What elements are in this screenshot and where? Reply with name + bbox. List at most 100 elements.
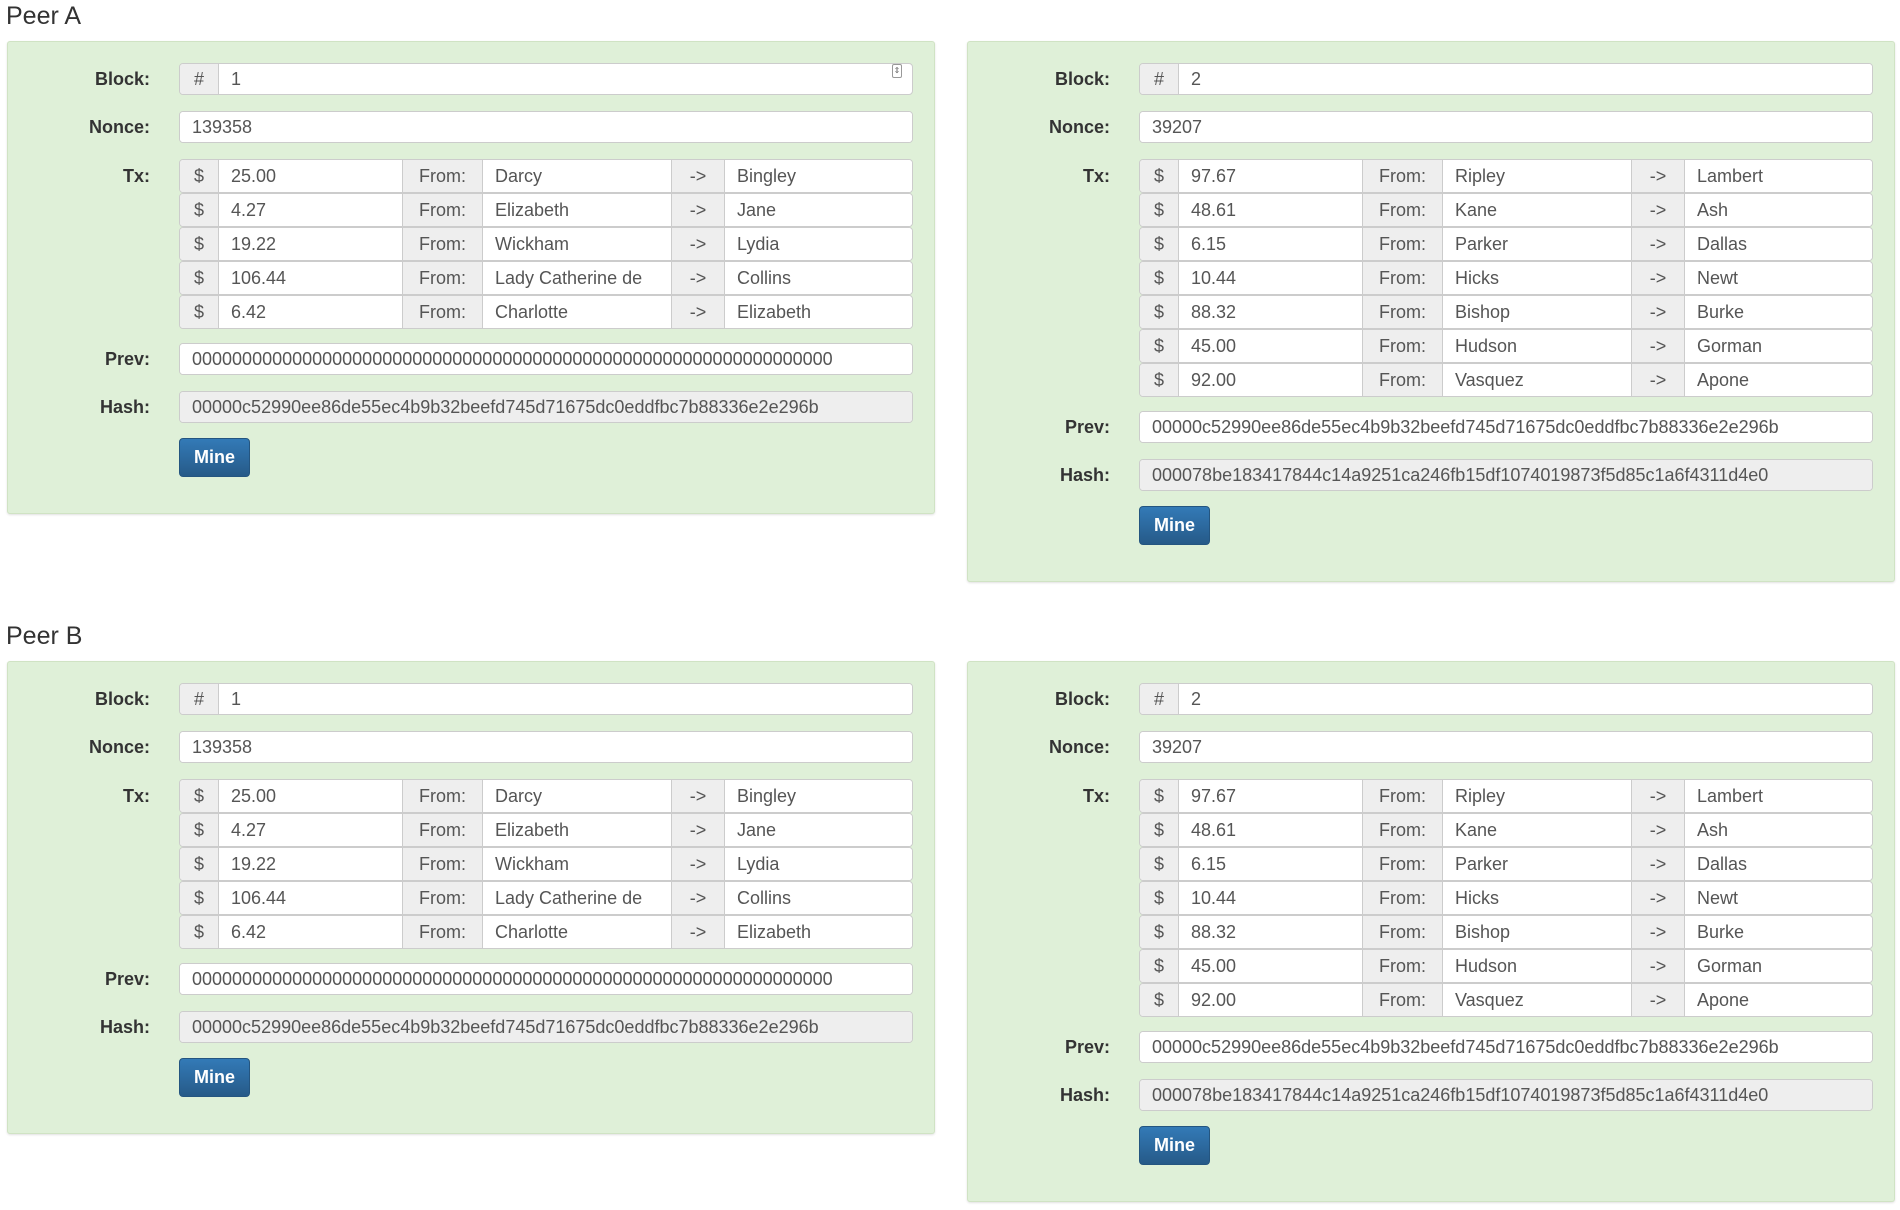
tx-to-input[interactable]: Lydia	[725, 228, 912, 260]
tx-from-input[interactable]: Kane	[1443, 194, 1632, 226]
tx-from-input[interactable]: Vasquez	[1443, 364, 1632, 396]
tx-to-input[interactable]: Lambert	[1685, 160, 1872, 192]
tx-from-input[interactable]: Ripley	[1443, 160, 1632, 192]
tx-amount-input[interactable]: 10.44	[1179, 262, 1363, 294]
tx-to-input[interactable]: Dallas	[1685, 228, 1872, 260]
tx-from-input[interactable]: Hudson	[1443, 950, 1632, 982]
tx-amount-input[interactable]: 6.15	[1179, 228, 1363, 260]
tx-to-input[interactable]: Jane	[725, 814, 912, 846]
tx-to-input[interactable]: Lambert	[1685, 780, 1872, 812]
tx-amount-input[interactable]: 88.32	[1179, 296, 1363, 328]
tx-amount-input[interactable]: 6.42	[219, 296, 403, 328]
block-number-value[interactable]: 2	[1179, 64, 1872, 94]
tx-amount-input[interactable]: 92.00	[1179, 984, 1363, 1016]
tx-amount-input[interactable]: 97.67	[1179, 160, 1363, 192]
tx-to-input[interactable]: Apone	[1685, 984, 1872, 1016]
tx-from-input[interactable]: Hicks	[1443, 262, 1632, 294]
tx-from-input[interactable]: Kane	[1443, 814, 1632, 846]
nonce-value[interactable]: 39207	[1140, 732, 1872, 762]
tx-amount-input[interactable]: 45.00	[1179, 950, 1363, 982]
tx-from-input[interactable]: Darcy	[483, 160, 672, 192]
tx-to-input[interactable]: Lydia	[725, 848, 912, 880]
nonce-value[interactable]: 139358	[180, 732, 912, 762]
tx-amount-input[interactable]: 10.44	[1179, 882, 1363, 914]
tx-to-input[interactable]: Ash	[1685, 194, 1872, 226]
block-number-value[interactable]: 2	[1179, 684, 1872, 714]
spinner-icon[interactable]: ⇕	[892, 64, 902, 78]
nonce-value[interactable]: 139358	[180, 112, 912, 142]
tx-amount-input[interactable]: 25.00	[219, 780, 403, 812]
tx-to-input[interactable]: Gorman	[1685, 330, 1872, 362]
nonce-input[interactable]: 139358	[179, 111, 913, 143]
mine-button[interactable]: Mine	[1139, 506, 1211, 545]
tx-amount-input[interactable]: 4.27	[219, 814, 403, 846]
tx-from-input[interactable]: Parker	[1443, 848, 1632, 880]
tx-to-input[interactable]: Bingley	[725, 780, 912, 812]
tx-from-input[interactable]: Wickham	[483, 848, 672, 880]
tx-to-input[interactable]: Burke	[1685, 916, 1872, 948]
tx-from-input[interactable]: Hicks	[1443, 882, 1632, 914]
tx-to-input[interactable]: Bingley	[725, 160, 912, 192]
tx-to-input[interactable]: Dallas	[1685, 848, 1872, 880]
tx-amount-input[interactable]: 106.44	[219, 262, 403, 294]
tx-amount-input[interactable]: 19.22	[219, 848, 403, 880]
tx-from-input[interactable]: Lady Catherine de	[483, 262, 672, 294]
tx-to-input[interactable]: Elizabeth	[725, 296, 912, 328]
tx-amount-input[interactable]: 45.00	[1179, 330, 1363, 362]
tx-to-input[interactable]: Elizabeth	[725, 916, 912, 948]
mine-button[interactable]: Mine	[179, 1058, 251, 1097]
prev-hash-value[interactable]: 0000000000000000000000000000000000000000…	[180, 344, 912, 374]
tx-from-input[interactable]: Lady Catherine de	[483, 882, 672, 914]
tx-amount-input[interactable]: 88.32	[1179, 916, 1363, 948]
prev-hash-input[interactable]: 0000000000000000000000000000000000000000…	[179, 343, 913, 375]
tx-to-input[interactable]: Collins	[725, 262, 912, 294]
tx-amount-input[interactable]: 92.00	[1179, 364, 1363, 396]
tx-from-input[interactable]: Hudson	[1443, 330, 1632, 362]
tx-amount-input[interactable]: 97.67	[1179, 780, 1363, 812]
block-number-input[interactable]: #1 ⇕	[179, 63, 913, 95]
prev-hash-value[interactable]: 0000000000000000000000000000000000000000…	[180, 964, 912, 994]
tx-to-input[interactable]: Apone	[1685, 364, 1872, 396]
tx-from-input[interactable]: Charlotte	[483, 916, 672, 948]
tx-amount-input[interactable]: 6.15	[1179, 848, 1363, 880]
tx-amount-input[interactable]: 48.61	[1179, 814, 1363, 846]
tx-to-input[interactable]: Burke	[1685, 296, 1872, 328]
tx-amount-input[interactable]: 4.27	[219, 194, 403, 226]
tx-from-input[interactable]: Ripley	[1443, 780, 1632, 812]
tx-from-input[interactable]: Darcy	[483, 780, 672, 812]
tx-amount-input[interactable]: 48.61	[1179, 194, 1363, 226]
tx-from-input[interactable]: Bishop	[1443, 916, 1632, 948]
prev-hash-input[interactable]: 0000000000000000000000000000000000000000…	[179, 963, 913, 995]
block-number-value[interactable]: 1	[219, 684, 912, 714]
nonce-value[interactable]: 39207	[1140, 112, 1872, 142]
tx-to-input[interactable]: Gorman	[1685, 950, 1872, 982]
block-number-input[interactable]: #2	[1139, 63, 1873, 95]
tx-from-input[interactable]: Elizabeth	[483, 814, 672, 846]
nonce-input[interactable]: 139358	[179, 731, 913, 763]
tx-amount-input[interactable]: 25.00	[219, 160, 403, 192]
tx-from-input[interactable]: Parker	[1443, 228, 1632, 260]
tx-from-input[interactable]: Elizabeth	[483, 194, 672, 226]
tx-from-input[interactable]: Charlotte	[483, 296, 672, 328]
prev-hash-value[interactable]: 00000c52990ee86de55ec4b9b32beefd745d7167…	[1140, 1032, 1872, 1062]
tx-amount-input[interactable]: 106.44	[219, 882, 403, 914]
tx-amount-input[interactable]: 6.42	[219, 916, 403, 948]
tx-to-input[interactable]: Collins	[725, 882, 912, 914]
prev-hash-input[interactable]: 00000c52990ee86de55ec4b9b32beefd745d7167…	[1139, 411, 1873, 443]
tx-to-input[interactable]: Jane	[725, 194, 912, 226]
tx-to-input[interactable]: Newt	[1685, 882, 1872, 914]
block-number-value[interactable]: 1	[219, 64, 892, 94]
block-number-input[interactable]: #2	[1139, 683, 1873, 715]
tx-from-input[interactable]: Bishop	[1443, 296, 1632, 328]
prev-hash-value[interactable]: 00000c52990ee86de55ec4b9b32beefd745d7167…	[1140, 412, 1872, 442]
nonce-input[interactable]: 39207	[1139, 111, 1873, 143]
tx-from-input[interactable]: Wickham	[483, 228, 672, 260]
nonce-input[interactable]: 39207	[1139, 731, 1873, 763]
prev-hash-input[interactable]: 00000c52990ee86de55ec4b9b32beefd745d7167…	[1139, 1031, 1873, 1063]
mine-button[interactable]: Mine	[179, 438, 251, 477]
tx-to-input[interactable]: Ash	[1685, 814, 1872, 846]
block-number-input[interactable]: #1	[179, 683, 913, 715]
mine-button[interactable]: Mine	[1139, 1126, 1211, 1165]
tx-from-input[interactable]: Vasquez	[1443, 984, 1632, 1016]
tx-to-input[interactable]: Newt	[1685, 262, 1872, 294]
